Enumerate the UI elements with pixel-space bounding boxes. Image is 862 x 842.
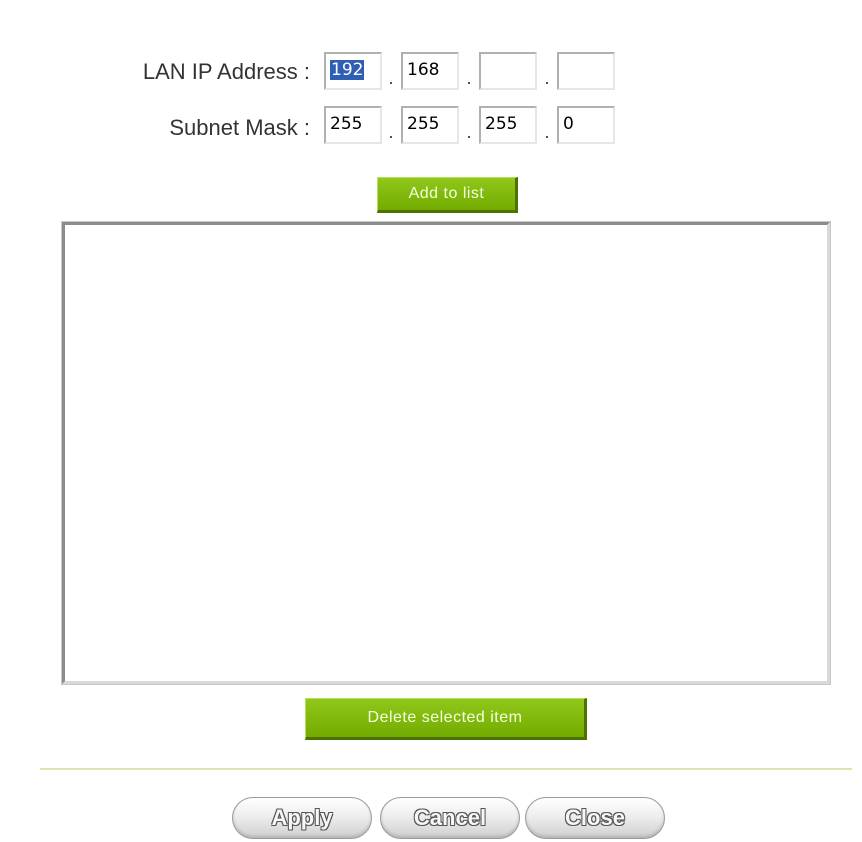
lan-ip-dot-3: . xyxy=(544,68,550,88)
lan-ip-octet-3-input[interactable] xyxy=(479,52,537,90)
delete-selected-item-button[interactable]: Delete selected item xyxy=(305,698,587,740)
subnet-octet-2-input[interactable]: 255 xyxy=(401,106,459,144)
add-to-list-button[interactable]: Add to list xyxy=(377,177,518,213)
close-button[interactable]: Close xyxy=(525,797,665,839)
address-list-box[interactable] xyxy=(61,221,831,685)
subnet-mask-label: Subnet Mask : xyxy=(169,115,310,140)
lan-ip-octet-2-input[interactable]: 168 xyxy=(401,52,459,90)
apply-button[interactable]: Apply xyxy=(232,797,372,839)
subnet-dot-3: . xyxy=(544,122,550,142)
subnet-dot-2: . xyxy=(466,122,472,142)
lan-ip-dot-2: . xyxy=(466,68,472,88)
subnet-dot-1: . xyxy=(388,122,394,142)
lan-ip-octet-1-value: 192 xyxy=(330,60,365,80)
subnet-octet-1-input[interactable]: 255 xyxy=(324,106,382,144)
lan-ip-octet-4-input[interactable] xyxy=(557,52,615,90)
subnet-octet-4-input[interactable]: 0 xyxy=(557,106,615,144)
lan-ip-dot-1: . xyxy=(388,68,394,88)
cancel-button[interactable]: Cancel xyxy=(380,797,520,839)
lan-ip-label: LAN IP Address : xyxy=(142,59,310,84)
subnet-octet-3-input[interactable]: 255 xyxy=(479,106,537,144)
lan-ip-octet-1-input[interactable]: 192 xyxy=(324,52,382,90)
divider xyxy=(40,768,852,770)
